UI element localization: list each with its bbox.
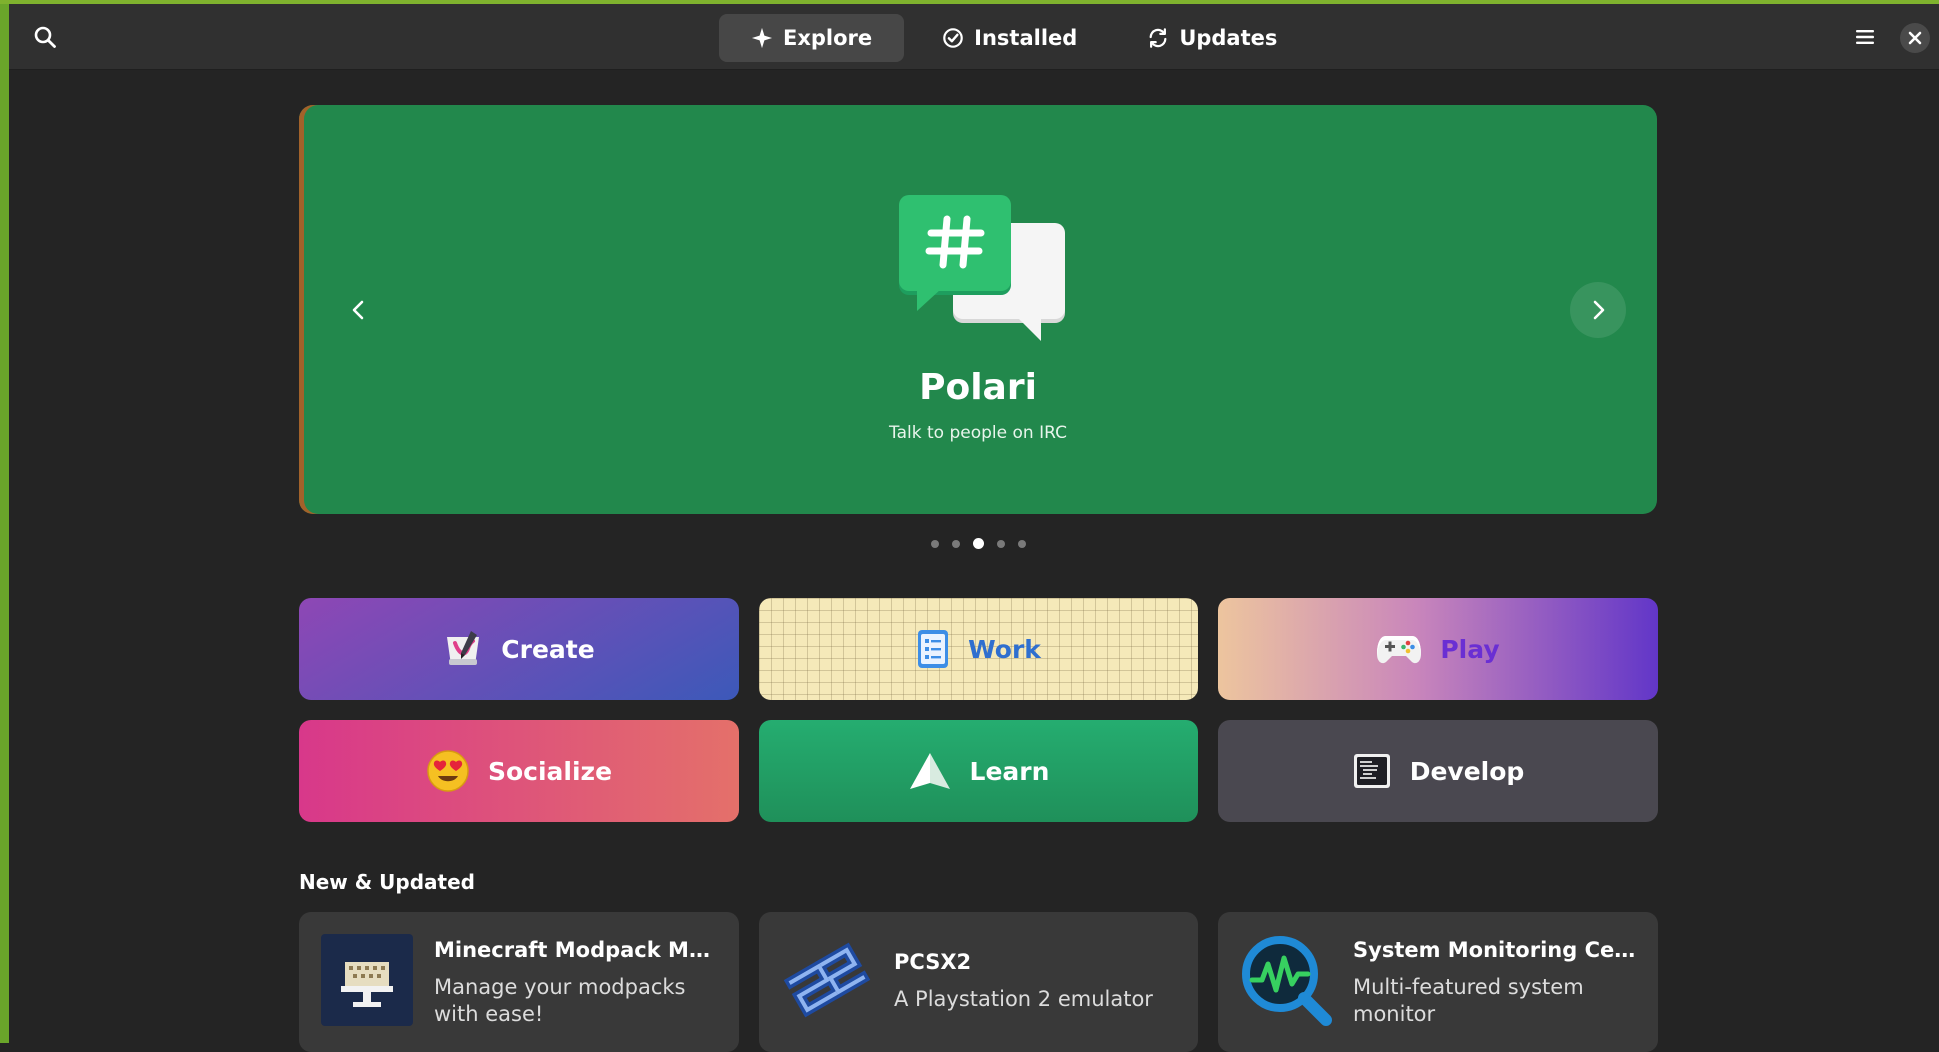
featured-app-title: Polari (919, 367, 1037, 408)
check-circle-icon (943, 28, 963, 48)
chat-bubbles-hash-icon (899, 195, 1065, 341)
app-name: PCSX2 (894, 950, 972, 974)
chevron-right-icon (1593, 300, 1605, 320)
gamepad-icon (1377, 636, 1422, 664)
new-updated-heading: New & Updated (299, 870, 475, 894)
hamburger-menu-icon (1856, 30, 1874, 44)
sparkle-icon (751, 27, 773, 49)
category-create[interactable]: Create (299, 598, 739, 700)
carousel-dot-2[interactable] (952, 539, 960, 548)
tab-installed[interactable]: Installed (910, 14, 1109, 62)
header-bar: Explore Installed Updates (9, 4, 1939, 70)
carousel-next-button[interactable] (1570, 282, 1626, 338)
checklist-document-icon (918, 630, 949, 668)
tab-explore-label: Explore (783, 26, 873, 50)
chevron-left-icon (352, 300, 364, 320)
category-develop[interactable]: Develop (1218, 720, 1658, 822)
window-frame-left (0, 0, 9, 1043)
window-close-button[interactable] (1900, 23, 1930, 53)
tab-updates-label: Updates (1179, 26, 1278, 50)
carousel-dot-1[interactable] (931, 539, 939, 548)
category-play-label: Play (1440, 634, 1500, 664)
main-menu-button[interactable] (1843, 17, 1887, 57)
tab-explore[interactable]: Explore (719, 14, 905, 62)
system-monitor-magnifier-icon (1242, 936, 1332, 1026)
app-description: Multi-featured system monitor (1353, 975, 1584, 1026)
featured-carousel[interactable]: Polari Talk to people on IRC (299, 105, 1657, 514)
pcsx2-logo-icon (783, 942, 871, 1018)
minecraft-modpack-icon (321, 934, 413, 1026)
app-card-system-monitoring-center[interactable]: System Monitoring Center Multi-featured … (1218, 912, 1658, 1052)
category-socialize-label: Socialize (487, 756, 613, 786)
app-name: System Monitoring Center (1353, 938, 1643, 962)
paper-sail-icon (909, 753, 950, 789)
close-icon (1908, 31, 1922, 45)
app-name: Minecraft Modpack Mana... (434, 938, 724, 962)
category-develop-label: Develop (1409, 756, 1525, 786)
category-socialize[interactable]: Socialize (299, 720, 739, 822)
featured-app-subtitle: Talk to people on IRC (889, 423, 1067, 443)
carousel-previous-button[interactable] (331, 282, 387, 338)
carousel-page-indicator (931, 538, 1026, 549)
category-learn-label: Learn (969, 756, 1050, 786)
tab-installed-label: Installed (974, 26, 1078, 50)
category-create-label: Create (501, 634, 595, 664)
view-switcher: Explore Installed Updates (719, 14, 1309, 62)
category-learn[interactable]: Learn (759, 720, 1198, 822)
carousel-dot-5[interactable] (1018, 539, 1026, 548)
category-work[interactable]: Work (759, 598, 1198, 700)
paint-palette-icon (447, 631, 480, 665)
search-icon (34, 26, 56, 48)
carousel-dot-3[interactable] (973, 538, 984, 549)
tab-updates[interactable]: Updates (1115, 14, 1309, 62)
app-card-pcsx2[interactable]: PCSX2 A Playstation 2 emulator (759, 912, 1198, 1052)
carousel-dot-4[interactable] (997, 539, 1005, 548)
code-terminal-icon (1353, 754, 1390, 788)
app-description: A Playstation 2 emulator (894, 987, 1153, 1011)
category-play[interactable]: Play (1218, 598, 1658, 700)
app-card-minecraft-modpack-manager[interactable]: Minecraft Modpack Mana... Manage your mo… (299, 912, 739, 1052)
heart-eyes-emoji-icon (427, 750, 469, 792)
category-work-label: Work (968, 634, 1041, 664)
search-button[interactable] (25, 17, 65, 57)
refresh-icon (1149, 28, 1167, 48)
app-description: Manage your modpacks with ease! (434, 975, 686, 1026)
